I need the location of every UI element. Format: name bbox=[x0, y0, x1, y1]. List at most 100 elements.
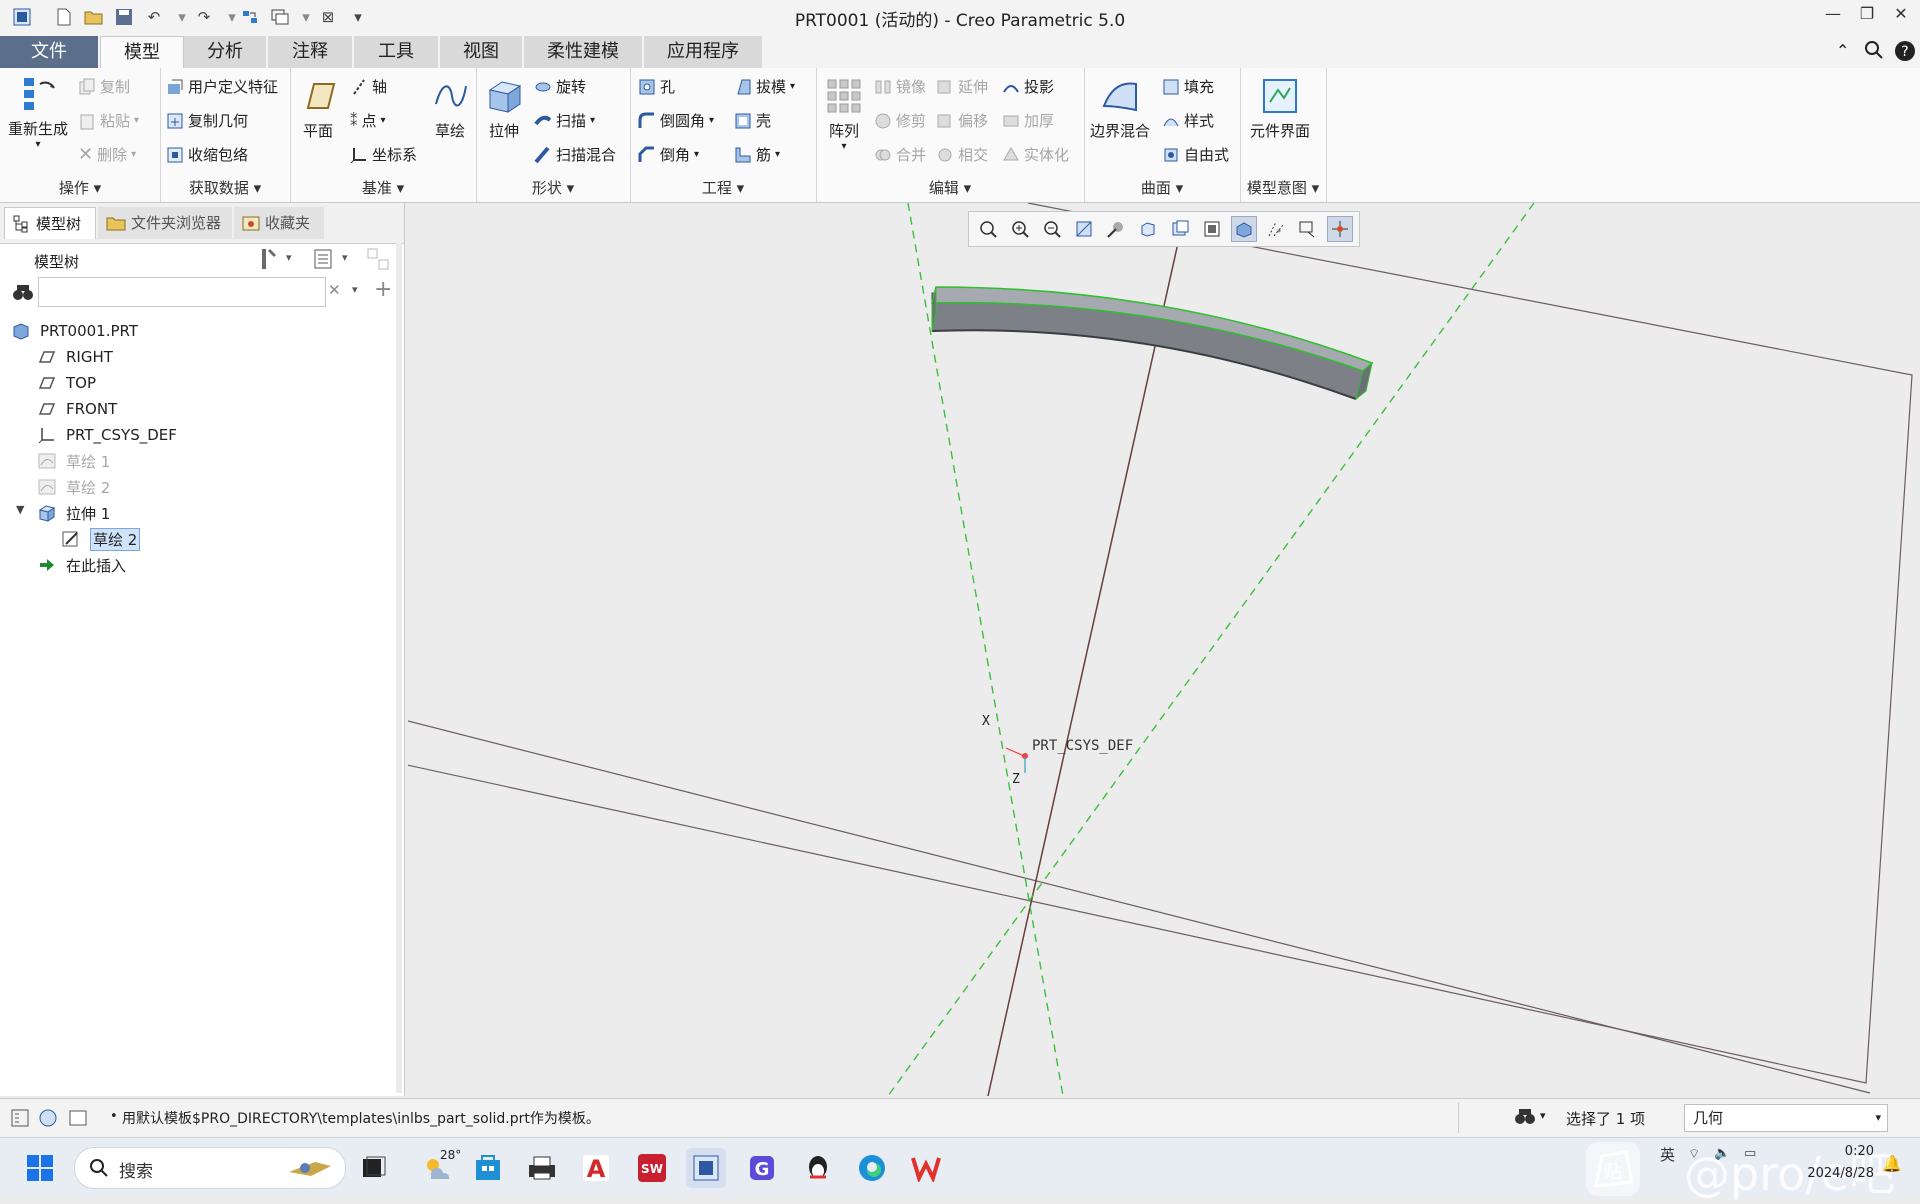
store-app-icon[interactable] bbox=[468, 1148, 508, 1188]
help-icon[interactable]: ? bbox=[1894, 40, 1916, 66]
model-graphics[interactable]: X Z PRT_CSYS_DEF bbox=[408, 203, 1920, 1096]
display-style-icon[interactable] bbox=[1199, 216, 1225, 242]
expand-arrow-icon[interactable]: ▼ bbox=[16, 503, 24, 516]
delete-button[interactable]: ✕ 删除 ▾ bbox=[78, 144, 136, 165]
trim-button[interactable]: 修剪 bbox=[874, 110, 926, 131]
tab-model[interactable]: 模型 bbox=[100, 36, 184, 69]
tree-item-sketch-2-child[interactable]: 草绘 2 bbox=[62, 527, 141, 551]
tree-item-top[interactable]: TOP bbox=[38, 371, 96, 395]
autocad-app-icon[interactable]: A bbox=[576, 1148, 616, 1188]
group-label-datum[interactable]: 基准 ▾ bbox=[290, 177, 476, 198]
refit-icon[interactable] bbox=[975, 216, 1001, 242]
tree-settings-dropdown-icon[interactable]: ▾ bbox=[286, 251, 292, 264]
notification-bell-icon[interactable]: 🔔 bbox=[1882, 1154, 1902, 1173]
tree-filter-icon[interactable] bbox=[366, 247, 390, 275]
component-interface-button[interactable]: 元件界面 bbox=[1250, 76, 1310, 141]
tree-item-right[interactable]: RIGHT bbox=[38, 345, 113, 369]
project-button[interactable]: 投影 bbox=[1002, 76, 1054, 97]
panel-tab-favorites[interactable]: 收藏夹 bbox=[234, 207, 324, 239]
tree-show-dropdown-icon[interactable]: ▾ bbox=[342, 251, 348, 264]
extend-button[interactable]: 延伸 bbox=[936, 76, 988, 97]
rib-dropdown-icon[interactable]: ▾ bbox=[775, 149, 780, 160]
sketch-button[interactable]: 草绘 bbox=[430, 76, 470, 141]
tab-applications[interactable]: 应用程序 bbox=[644, 36, 763, 68]
group-label-operations[interactable]: 操作 ▾ bbox=[0, 177, 160, 198]
merge-button[interactable]: 合并 bbox=[874, 144, 926, 165]
tree-show-icon[interactable] bbox=[312, 247, 334, 275]
tab-tools[interactable]: 工具 bbox=[354, 36, 439, 68]
fill-button[interactable]: 填充 bbox=[1162, 76, 1214, 97]
group-label-model-intent[interactable]: 模型意图 ▾ bbox=[1240, 177, 1326, 198]
tab-file[interactable]: 文件 bbox=[0, 36, 99, 68]
round-dropdown-icon[interactable]: ▾ bbox=[709, 115, 714, 126]
zoom-out-icon[interactable] bbox=[1039, 216, 1065, 242]
copy-button[interactable]: 复制 bbox=[78, 76, 130, 97]
shading-icon[interactable] bbox=[1231, 216, 1257, 242]
chamfer-dropdown-icon[interactable]: ▾ bbox=[694, 149, 699, 160]
edge-browser-icon[interactable] bbox=[852, 1148, 892, 1188]
task-view-icon[interactable] bbox=[354, 1148, 394, 1188]
tree-item-csys[interactable]: PRT_CSYS_DEF bbox=[38, 423, 177, 447]
plane-button[interactable]: 平面 bbox=[298, 76, 338, 141]
point-dropdown-icon[interactable]: ▾ bbox=[381, 115, 386, 126]
extrude-button[interactable]: 拉伸 bbox=[484, 76, 524, 141]
offset-button[interactable]: 偏移 bbox=[936, 110, 988, 131]
solidworks-app-icon[interactable]: SW bbox=[632, 1148, 672, 1188]
tree-item-extrude-1[interactable]: 拉伸 1 bbox=[38, 501, 110, 525]
tree-item-part[interactable]: PRT0001.PRT bbox=[12, 319, 138, 343]
group-label-editing[interactable]: 编辑 ▾ bbox=[816, 177, 1084, 198]
pattern-dropdown-icon[interactable]: ▾ bbox=[841, 141, 846, 152]
round-button[interactable]: 倒圆角 ▾ bbox=[638, 110, 714, 131]
group-label-shapes[interactable]: 形状 ▾ bbox=[476, 177, 630, 198]
search-icon[interactable] bbox=[1864, 40, 1884, 64]
delete-dropdown-icon[interactable]: ▾ bbox=[131, 149, 136, 160]
graphics-viewport[interactable]: X Z PRT_CSYS_DEF * bbox=[408, 203, 1920, 1096]
collapse-ribbon-icon[interactable]: ⌃ bbox=[1836, 41, 1849, 60]
sweep-dropdown-icon[interactable]: ▾ bbox=[590, 115, 595, 126]
rib-button[interactable]: 筋 ▾ bbox=[734, 144, 780, 165]
qq-app-icon[interactable] bbox=[798, 1148, 838, 1188]
axis-button[interactable]: 轴 bbox=[350, 76, 387, 97]
perspective-view-icon[interactable] bbox=[1103, 216, 1129, 242]
wps-app-icon[interactable] bbox=[906, 1148, 946, 1188]
solidify-button[interactable]: 实体化 bbox=[1002, 144, 1069, 165]
paste-dropdown-icon[interactable]: ▾ bbox=[134, 115, 139, 126]
tree-search-input[interactable] bbox=[38, 277, 326, 307]
pattern-button[interactable]: 阵列 ▾ bbox=[824, 76, 864, 152]
clock-time[interactable]: 0:20 bbox=[1822, 1144, 1874, 1159]
boundary-blend-button[interactable]: 边界混合 bbox=[1090, 76, 1150, 141]
tree-item-sketch-2[interactable]: 草绘 2 bbox=[38, 475, 110, 499]
tree-item-front[interactable]: FRONT bbox=[38, 397, 117, 421]
view-manager-icon[interactable] bbox=[1167, 216, 1193, 242]
shrinkwrap-button[interactable]: 收缩包络 bbox=[166, 144, 248, 165]
hole-button[interactable]: 孔 bbox=[638, 76, 675, 97]
close-button[interactable]: ✕ bbox=[1886, 4, 1916, 30]
group-label-surfaces[interactable]: 曲面 ▾ bbox=[1084, 177, 1240, 198]
style-button[interactable]: 样式 bbox=[1162, 110, 1214, 131]
minimize-button[interactable]: — bbox=[1818, 4, 1848, 30]
repaint-icon[interactable] bbox=[1071, 216, 1097, 242]
clock-date[interactable]: 2024/8/28 bbox=[1790, 1166, 1874, 1181]
chamfer-button[interactable]: 倒角 ▾ bbox=[638, 144, 699, 165]
restore-button[interactable]: ❐ bbox=[1852, 4, 1882, 30]
group-label-engineering[interactable]: 工程 ▾ bbox=[630, 177, 816, 198]
tab-flexible-modeling[interactable]: 柔性建模 bbox=[524, 36, 643, 68]
saved-orientations-icon[interactable] bbox=[1135, 216, 1161, 242]
tab-view[interactable]: 视图 bbox=[440, 36, 523, 68]
copy-geometry-button[interactable]: 复制几何 bbox=[166, 110, 248, 131]
find-dropdown-icon[interactable]: ▾ bbox=[1540, 1109, 1546, 1122]
shell-button[interactable]: 壳 bbox=[734, 110, 771, 131]
windows-start-icon[interactable] bbox=[20, 1148, 60, 1188]
zoom-in-icon[interactable] bbox=[1007, 216, 1033, 242]
regenerate-button[interactable]: 重新生成 ▾ bbox=[8, 74, 68, 150]
taskbar-search-box[interactable]: 搜索 bbox=[74, 1147, 346, 1189]
swept-blend-button[interactable]: 扫描混合 bbox=[534, 144, 616, 165]
group-label-get-data[interactable]: 获取数据 ▾ bbox=[160, 177, 290, 198]
point-button[interactable]: ⁑ 点 ▾ bbox=[350, 110, 386, 131]
input-language-indicator[interactable]: 英 bbox=[1660, 1144, 1675, 1165]
datum-display-icon[interactable]: * bbox=[1263, 216, 1289, 242]
tab-analysis[interactable]: 分析 bbox=[184, 36, 267, 68]
fullscreen-toggle-icon[interactable] bbox=[68, 1108, 88, 1132]
find-icon[interactable] bbox=[12, 283, 34, 307]
printer-app-icon[interactable] bbox=[522, 1148, 562, 1188]
